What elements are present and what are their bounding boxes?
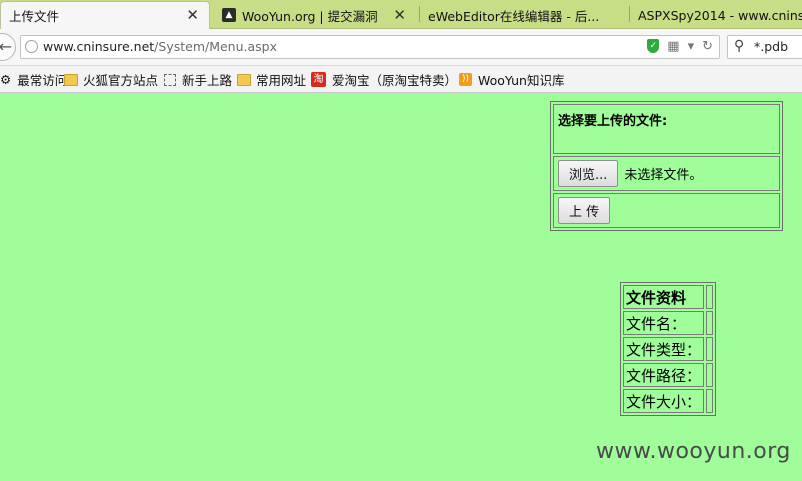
wooyun-favicon-icon: ▲ bbox=[222, 8, 236, 22]
browser-window: 上传文件 ✕ ▲ WooYun.org | 提交漏洞 ✕ eWebEditor在… bbox=[0, 0, 802, 481]
back-arrow-icon: ← bbox=[0, 37, 12, 56]
search-box[interactable]: ⚲ *.pdb bbox=[727, 35, 802, 59]
address-bar[interactable]: www.cninsure.net/System/Menu.aspx ✓ ▦ ▾ … bbox=[20, 35, 720, 59]
table-cell bbox=[706, 285, 714, 309]
watermark: www.wooyun.org bbox=[596, 439, 791, 464]
table-row: 文件大小： bbox=[623, 389, 714, 413]
gear-icon: ⚙ bbox=[0, 72, 12, 87]
file-path-value bbox=[706, 363, 714, 387]
table-row: 文件类型： bbox=[623, 337, 714, 361]
url-host: www.cninsure.net bbox=[43, 39, 155, 54]
tab-wooyun-submit[interactable]: ▲ WooYun.org | 提交漏洞 ✕ bbox=[214, 2, 414, 28]
qr-code-icon[interactable]: ▦ bbox=[667, 39, 679, 54]
folder-icon bbox=[237, 73, 251, 86]
tab-label: 上传文件 bbox=[9, 9, 60, 24]
file-type-label: 文件类型： bbox=[623, 337, 705, 361]
upload-title: 选择要上传的文件: bbox=[553, 104, 780, 154]
file-name-value bbox=[706, 311, 714, 335]
file-size-label: 文件大小： bbox=[623, 389, 705, 413]
bookmark-label: 常用网址 bbox=[256, 73, 307, 88]
file-name-label: 文件名： bbox=[623, 311, 705, 335]
reload-icon[interactable]: ↻ bbox=[702, 39, 713, 54]
dropdown-arrow-icon[interactable]: ▾ bbox=[688, 39, 695, 54]
folder-icon bbox=[64, 73, 78, 86]
bookmark-label: 新手上路 bbox=[182, 73, 233, 88]
table-row: 文件路径： bbox=[623, 363, 714, 387]
tab-label: eWebEditor在线编辑器 - 后... bbox=[428, 8, 600, 24]
address-url: www.cninsure.net/System/Menu.aspx bbox=[43, 39, 277, 54]
bookmark-label: 火狐官方站点 bbox=[83, 73, 159, 88]
tab-label: ASPXSpy2014 - www.cninsu... bbox=[638, 7, 802, 23]
search-input[interactable]: *.pdb bbox=[754, 39, 788, 54]
tab-strip: 上传文件 ✕ ▲ WooYun.org | 提交漏洞 ✕ eWebEditor在… bbox=[0, 0, 802, 29]
taobao-icon: 淘 bbox=[311, 72, 326, 87]
bookmark-aitaobao[interactable]: 淘 爱淘宝（原淘宝特卖） bbox=[311, 70, 457, 89]
upload-form: 选择要上传的文件: 浏览... 未选择文件。 上 传 bbox=[550, 101, 783, 231]
globe-icon bbox=[25, 40, 38, 53]
file-info-header: 文件资料 bbox=[623, 285, 705, 309]
upload-button-cell: 上 传 bbox=[553, 193, 780, 228]
file-info-table: 文件资料 文件名： 文件类型： 文件路径： 文件大小： bbox=[620, 282, 717, 416]
back-button[interactable]: ← bbox=[0, 33, 16, 61]
close-tab-icon[interactable]: ✕ bbox=[186, 6, 199, 24]
browse-button[interactable]: 浏览... bbox=[558, 160, 619, 187]
close-tab-icon[interactable]: ✕ bbox=[393, 6, 406, 24]
bookmark-label: 最常访问 bbox=[17, 73, 68, 88]
file-size-value bbox=[706, 389, 714, 413]
no-file-selected-text: 未选择文件。 bbox=[624, 168, 703, 183]
file-path-label: 文件路径： bbox=[623, 363, 705, 387]
bookmark-most-visited[interactable]: ⚙ 最常访问 bbox=[0, 70, 67, 89]
tab-upload-file[interactable]: 上传文件 ✕ bbox=[0, 1, 210, 29]
bookmark-label: 爱淘宝（原淘宝特卖） bbox=[332, 73, 458, 88]
bookmark-label: WooYun知识库 bbox=[478, 73, 565, 88]
table-row: 文件资料 bbox=[623, 285, 714, 309]
bookmark-getting-started[interactable]: 新手上路 bbox=[164, 70, 232, 89]
file-input-cell: 浏览... 未选择文件。 bbox=[553, 156, 780, 191]
bookmark-common-sites[interactable]: 常用网址 bbox=[237, 70, 306, 89]
tab-ewebeditor[interactable]: eWebEditor在线编辑器 - 后... bbox=[420, 2, 628, 28]
page-content: 选择要上传的文件: 浏览... 未选择文件。 上 传 文件资料 文件名： 文件类… bbox=[0, 93, 802, 481]
bookmarks-bar: ⚙ 最常访问 火狐官方站点 新手上路 常用网址 淘 爱淘宝（原淘宝特卖） )) … bbox=[0, 66, 802, 93]
table-row: 文件名： bbox=[623, 311, 714, 335]
bookmark-wooyun-knowledge[interactable]: )) WooYun知识库 bbox=[459, 70, 564, 89]
tab-aspxspy[interactable]: ASPXSpy2014 - www.cninsu... bbox=[630, 2, 802, 28]
address-bar-icons: ✓ ▦ ▾ ↻ bbox=[647, 39, 713, 54]
url-path: /System/Menu.aspx bbox=[154, 39, 278, 54]
navigation-bar: ← www.cninsure.net/System/Menu.aspx ✓ ▦ … bbox=[0, 29, 802, 66]
rss-icon: )) bbox=[459, 73, 472, 86]
page-icon bbox=[164, 73, 176, 86]
upload-button[interactable]: 上 传 bbox=[558, 197, 611, 224]
search-icon: ⚲ bbox=[734, 38, 745, 54]
shield-icon[interactable]: ✓ bbox=[647, 39, 660, 53]
file-type-value bbox=[706, 337, 714, 361]
tab-label: WooYun.org | 提交漏洞 bbox=[242, 8, 378, 24]
bookmark-firefox-site[interactable]: 火狐官方站点 bbox=[64, 70, 158, 89]
